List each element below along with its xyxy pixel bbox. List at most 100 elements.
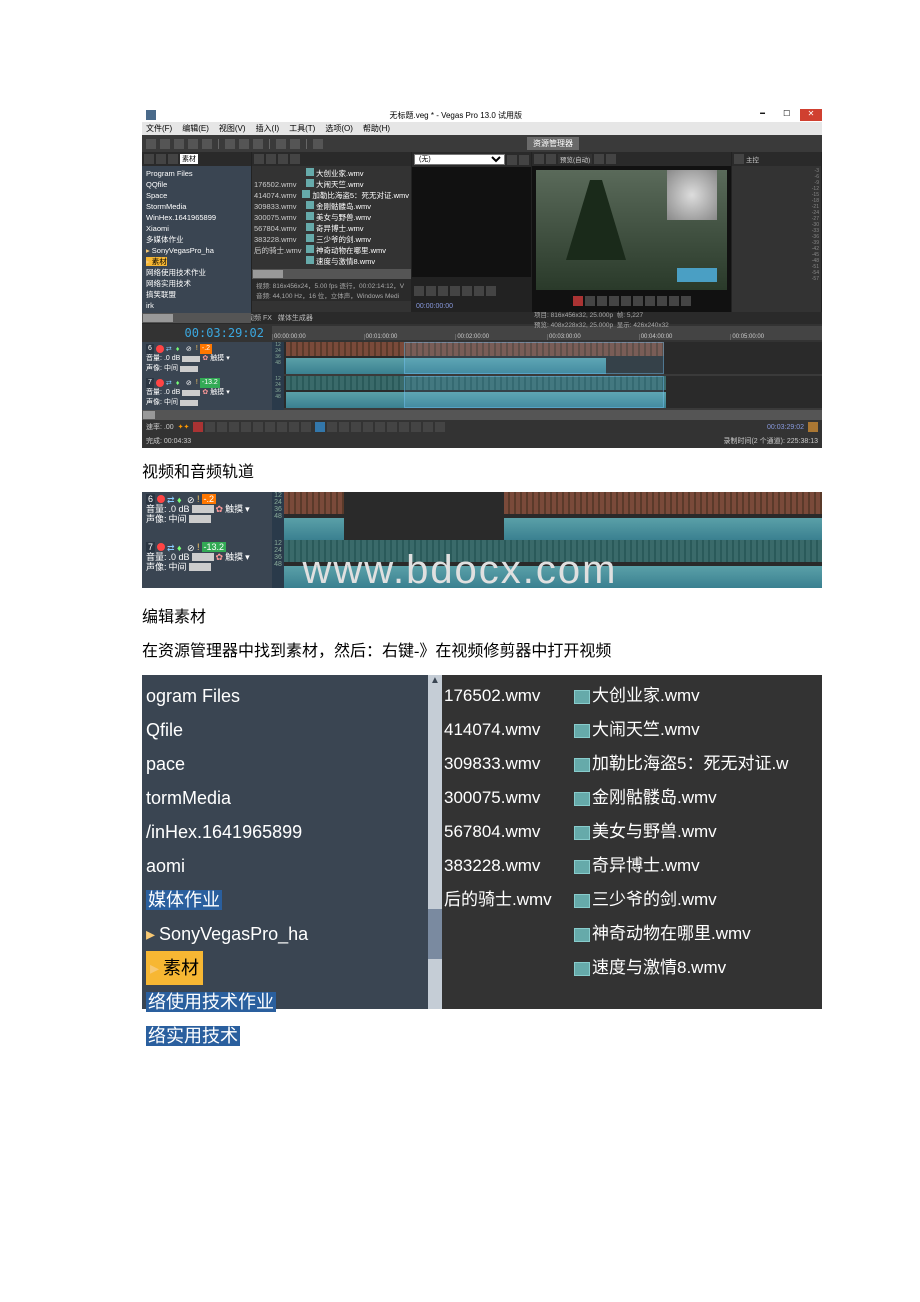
file-row[interactable]: 速度与激情8.wmv bbox=[574, 951, 820, 985]
file-row[interactable]: 大闹天竺.wmv bbox=[574, 713, 820, 747]
folder-item[interactable]: 络使用技术作业 bbox=[146, 985, 442, 1019]
folder-item[interactable]: WinHex.1641965899 bbox=[146, 212, 247, 223]
file-row[interactable]: 567804.wmv bbox=[444, 815, 570, 849]
paste-icon[interactable] bbox=[253, 139, 263, 149]
bypass-icon[interactable]: ⇄ bbox=[167, 543, 175, 551]
preview-mode-dropdown[interactable]: 预览(自动) bbox=[558, 154, 592, 164]
tool-icon[interactable] bbox=[375, 422, 385, 432]
cut-icon[interactable] bbox=[225, 139, 235, 149]
gear-icon[interactable]: ✿ bbox=[202, 354, 208, 364]
close-panel-icon[interactable] bbox=[519, 155, 529, 165]
play-icon[interactable] bbox=[609, 296, 619, 306]
file-row[interactable]: 三少爷的剑.wmv bbox=[574, 883, 820, 917]
scrollbar-horizontal[interactable] bbox=[142, 313, 251, 323]
tool-icon[interactable] bbox=[423, 422, 433, 432]
file-list-col1[interactable]: 176502.wmv 414074.wmv 309833.wmv 300075.… bbox=[442, 675, 572, 1009]
menu-options[interactable]: 选项(O) bbox=[325, 123, 353, 134]
zoom-icon[interactable] bbox=[808, 422, 818, 432]
next-frame-icon[interactable] bbox=[681, 296, 691, 306]
record-arm-icon[interactable] bbox=[157, 495, 165, 503]
file-row[interactable]: 300075.wmv美女与野兽.wmv bbox=[254, 212, 409, 223]
preview-settings-icon[interactable] bbox=[534, 154, 544, 164]
delete-icon[interactable] bbox=[278, 154, 288, 164]
rec-icon[interactable] bbox=[193, 422, 203, 432]
scroll-up-icon[interactable]: ▲ bbox=[428, 675, 442, 689]
folder-item-selected[interactable]: ▸素材 bbox=[146, 951, 442, 985]
prev-frame-icon[interactable] bbox=[669, 296, 679, 306]
video-clip[interactable] bbox=[284, 540, 822, 562]
file-row[interactable]: 奇异博士.wmv bbox=[574, 849, 820, 883]
tool-icon[interactable] bbox=[327, 422, 337, 432]
go-end-icon[interactable] bbox=[657, 296, 667, 306]
track-header[interactable]: 6 ⇄ ♦ ⊘ ! -.2 音量: .0 dB ✿ 触摸 ▾ 声像: 中间 bbox=[142, 492, 272, 540]
menu-tools[interactable]: 工具(T) bbox=[289, 123, 315, 134]
video-clip[interactable] bbox=[284, 492, 344, 514]
save-icon[interactable] bbox=[174, 139, 184, 149]
menu-insert[interactable]: 插入(I) bbox=[256, 123, 280, 134]
folder-item[interactable]: 搞笑联盟 bbox=[146, 289, 247, 300]
stop-icon[interactable] bbox=[462, 286, 472, 296]
file-row[interactable]: 567804.wmv奇异博士.wmv bbox=[254, 223, 409, 234]
maximize-button[interactable]: ☐ bbox=[776, 109, 798, 121]
audio-clip[interactable] bbox=[284, 518, 344, 540]
folder-item[interactable]: 媒体作业 bbox=[146, 883, 442, 917]
scroll-thumb[interactable] bbox=[428, 909, 442, 959]
file-row[interactable]: 大创业家.wmv bbox=[254, 168, 409, 179]
folder-item[interactable]: 络实用技术 bbox=[146, 1019, 442, 1053]
loop-icon[interactable] bbox=[414, 286, 424, 296]
file-row[interactable]: 383228.wmv bbox=[444, 849, 570, 883]
pan-slider[interactable] bbox=[180, 400, 198, 406]
folder-item[interactable]: 多媒体作业 bbox=[146, 234, 247, 245]
file-row[interactable]: 速度与激情8.wmv bbox=[254, 256, 409, 267]
file-row[interactable]: 414074.wmv加勒比海盗5：死无对证.wmv bbox=[254, 190, 409, 201]
pan-slider[interactable] bbox=[189, 563, 211, 571]
play-start-icon[interactable] bbox=[426, 286, 436, 296]
folder-item[interactable]: tormMedia bbox=[146, 781, 442, 815]
go-end-icon[interactable] bbox=[277, 422, 287, 432]
mute-icon[interactable]: ♦ bbox=[176, 345, 184, 353]
minimize-button[interactable]: ━ bbox=[752, 109, 774, 121]
file-row[interactable]: 176502.wmv大闹天竺.wmv bbox=[254, 179, 409, 190]
solo-icon[interactable]: ⊘ bbox=[187, 495, 195, 503]
tab-media-gen[interactable]: 媒体生成器 bbox=[278, 313, 313, 323]
undo-icon[interactable] bbox=[276, 139, 286, 149]
folder-item[interactable]: Qfile bbox=[146, 713, 442, 747]
mute-icon[interactable]: ♦ bbox=[177, 543, 185, 551]
resource-manager-tab[interactable]: 资源管理器 bbox=[527, 137, 579, 150]
tool-icon[interactable] bbox=[351, 422, 361, 432]
solo-icon[interactable]: ⊘ bbox=[186, 379, 194, 387]
folder-tree[interactable]: Program Files QQfile Space StormMedia Wi… bbox=[142, 166, 251, 313]
trimmer-dropdown[interactable]: (无) bbox=[414, 154, 505, 165]
folder-item[interactable]: 网络实用技术 bbox=[146, 278, 247, 289]
track-lane[interactable] bbox=[284, 492, 822, 540]
vol-slider[interactable] bbox=[192, 505, 214, 513]
search-icon[interactable] bbox=[507, 155, 517, 165]
timeline-selection[interactable] bbox=[404, 376, 664, 408]
track-header[interactable]: 6 ⇄ ♦ ⊘ ! -.2 音量: .0 dB ✿ 触摸 ▾ 声像: 中间 bbox=[142, 342, 272, 376]
file-row[interactable]: 大创业家.wmv bbox=[574, 679, 820, 713]
loop-icon[interactable] bbox=[205, 422, 215, 432]
tool-icon[interactable] bbox=[387, 422, 397, 432]
folder-item[interactable]: ▸SonyVegasPro_ha bbox=[146, 917, 442, 951]
file-row[interactable]: 金刚骷髅岛.wmv bbox=[574, 781, 820, 815]
mute-icon[interactable]: ♦ bbox=[176, 379, 184, 387]
file-row[interactable]: 美女与野兽.wmv bbox=[574, 815, 820, 849]
audio-clip[interactable] bbox=[284, 566, 822, 588]
pan-slider[interactable] bbox=[180, 366, 198, 372]
bottom-timecode[interactable]: 00:03:29:02 bbox=[767, 424, 804, 431]
vol-slider[interactable] bbox=[192, 553, 214, 561]
folder-item[interactable]: Space bbox=[146, 190, 247, 201]
tool-icon[interactable] bbox=[435, 422, 445, 432]
menu-view[interactable]: 视图(V) bbox=[219, 123, 246, 134]
master-tab-label[interactable]: 主控 bbox=[746, 154, 759, 164]
file-row[interactable]: 383228.wmv三少爷的剑.wmv bbox=[254, 234, 409, 245]
file-row[interactable]: 309833.wmv金刚骷髅岛.wmv bbox=[254, 201, 409, 212]
folder-item[interactable]: ▸SonyVegasPro_ha bbox=[146, 245, 247, 256]
file-list[interactable]: 大创业家.wmv 176502.wmv大闹天竺.wmv 414074.wmv加勒… bbox=[252, 166, 411, 269]
file-row[interactable]: 神奇动物在哪里.wmv bbox=[574, 917, 820, 951]
folder-item[interactable]: 网络使用技术作业 bbox=[146, 267, 247, 278]
vol-slider[interactable] bbox=[182, 356, 200, 362]
pause-icon[interactable] bbox=[621, 296, 631, 306]
fav-icon[interactable] bbox=[290, 154, 300, 164]
loop-icon[interactable] bbox=[585, 296, 595, 306]
